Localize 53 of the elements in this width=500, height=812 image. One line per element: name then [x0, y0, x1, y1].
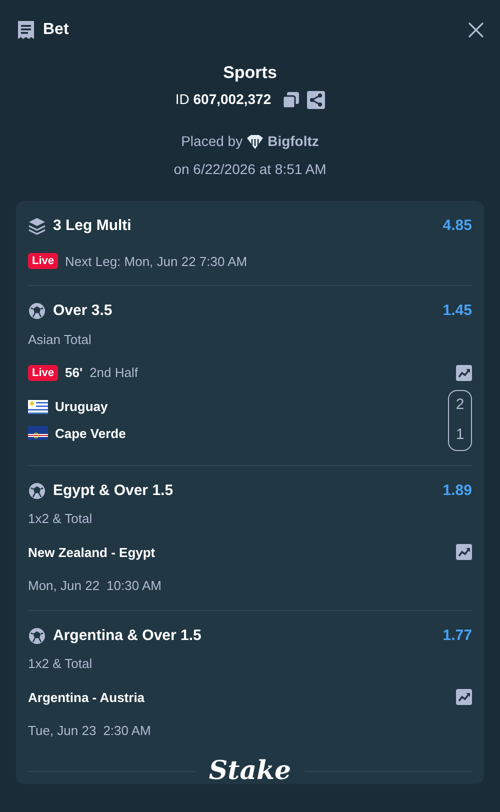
match-time: 10:30 AM — [106, 577, 162, 595]
username: Bigfoltz — [268, 132, 319, 151]
flag-icon — [28, 426, 48, 440]
match-name: New Zealand - Egypt — [28, 544, 156, 562]
team-name: Uruguay — [55, 398, 108, 416]
selection-title: Egypt & Over 1.5 — [53, 480, 174, 500]
match-time: 2:30 AM — [103, 722, 151, 740]
stats-button[interactable] — [456, 544, 472, 560]
match-date: Mon, Jun 22 — [28, 577, 100, 595]
trend-chart-icon — [456, 689, 472, 706]
odds-value: 1.77 — [442, 626, 472, 646]
odds-value: 1.89 — [442, 480, 472, 500]
soccer-ball-icon — [28, 302, 46, 320]
selection-title: Argentina & Over 1.5 — [53, 626, 202, 646]
match-date: Tue, Jun 23 — [28, 722, 96, 740]
market-name: 1x2 & Total — [28, 655, 94, 673]
receipt-icon — [16, 20, 36, 40]
diamond-icon — [246, 134, 264, 150]
placed-date: on 6/22/2026 at 8:51 AM — [174, 160, 326, 179]
copy-button[interactable] — [282, 90, 300, 108]
layers-icon — [28, 217, 46, 236]
match-name: Argentina - Austria — [28, 688, 145, 707]
stats-button[interactable] — [456, 364, 472, 381]
brand-logo: Stake — [208, 758, 292, 784]
trend-chart-icon — [456, 364, 472, 381]
close-icon — [468, 22, 484, 38]
live-badge: Live — [28, 364, 58, 381]
selection-title: Over 3.5 — [53, 301, 112, 321]
modal-title: Bet — [43, 20, 69, 40]
next-leg-time: Next Leg: Mon, Jun 22 7:30 AM — [65, 252, 248, 271]
bet-id: ID 607,002,372 — [175, 90, 272, 109]
placed-by-label: Placed by — [181, 132, 243, 151]
trend-chart-icon — [456, 544, 472, 560]
bet-type: 3 Leg Multi — [53, 216, 132, 236]
team-score: 2 — [454, 395, 466, 415]
match-period: 2nd Half — [90, 364, 138, 382]
team-name: Cape Verde — [55, 424, 126, 443]
market-name: Asian Total — [28, 330, 92, 348]
soccer-ball-icon — [28, 482, 46, 500]
stats-button[interactable] — [456, 689, 472, 706]
live-badge: Live — [28, 253, 58, 270]
team-score: 1 — [454, 424, 466, 444]
market-name: 1x2 & Total — [28, 510, 94, 528]
flag-icon — [28, 400, 48, 414]
match-minute: 56' — [65, 364, 83, 382]
bet-category-title: Sports — [223, 62, 277, 84]
copy-icon — [282, 90, 300, 108]
close-button[interactable] — [468, 22, 484, 38]
odds-value: 1.45 — [442, 301, 472, 321]
share-icon — [306, 90, 325, 108]
share-button[interactable] — [306, 90, 325, 108]
soccer-ball-icon — [28, 626, 46, 645]
odds-value: 4.85 — [442, 216, 472, 236]
